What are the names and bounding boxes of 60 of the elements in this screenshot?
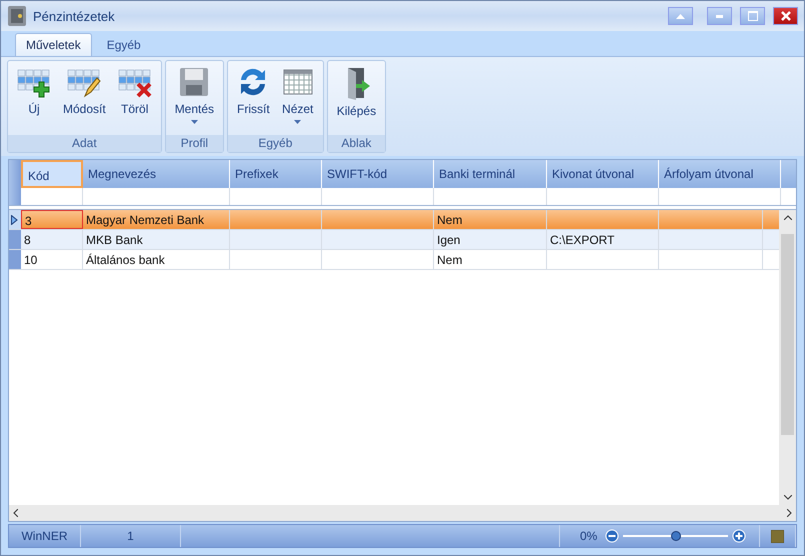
table-row[interactable]: 3 Magyar Nemzeti Bank Nem xyxy=(9,210,779,230)
table-row[interactable]: 8 MKB Bank Igen C:\EXPORT xyxy=(9,230,779,250)
scroll-left-icon[interactable] xyxy=(13,509,18,517)
zoom-in-icon[interactable] xyxy=(732,529,746,543)
minimize-button[interactable] xyxy=(707,7,732,25)
ribbon-button[interactable]: Töröl xyxy=(112,64,157,135)
header-corner xyxy=(9,160,21,188)
scroll-right-icon[interactable] xyxy=(787,509,792,517)
ribbon-button[interactable]: Módosít xyxy=(58,64,111,135)
ribbon-button[interactable]: Kilépés xyxy=(332,64,382,135)
horizontal-scrollbar[interactable] xyxy=(9,505,796,521)
ribbon-tab[interactable]: Műveletek xyxy=(15,33,92,56)
group-label: Ablak xyxy=(328,135,386,152)
ribbon-button[interactable]: Nézet xyxy=(276,64,319,135)
column-header[interactable]: Kivonat útvonal xyxy=(547,160,659,188)
ribbon-button[interactable]: Frissít xyxy=(232,64,275,135)
column-header[interactable]: Árfolyam útvonal xyxy=(659,160,781,188)
scroll-up-icon[interactable] xyxy=(784,215,792,220)
group-label: Egyéb xyxy=(228,135,323,152)
table-cell: Igen xyxy=(434,230,547,249)
safe-icon xyxy=(7,5,27,27)
window-title: Pénzintézetek xyxy=(33,8,115,24)
table-row[interactable]: 10 Általános bank Nem xyxy=(9,250,779,270)
table-cell: Általános bank xyxy=(83,250,230,269)
vertical-scrollbar[interactable] xyxy=(779,210,796,505)
status-count: 1 xyxy=(81,525,181,547)
ribbon-tab[interactable]: Egyéb xyxy=(96,33,152,56)
table-cell: Magyar Nemzeti Bank xyxy=(83,210,230,229)
status-app-name: WinNER xyxy=(9,525,81,547)
row-selector[interactable] xyxy=(9,210,21,229)
group-label: Profil xyxy=(166,135,224,152)
column-header[interactable]: Prefixek xyxy=(230,160,322,188)
scrollbar-thumb[interactable] xyxy=(781,234,794,435)
triangle-up-icon xyxy=(676,14,685,18)
close-icon xyxy=(780,11,790,21)
table-cell: 3 xyxy=(21,210,83,229)
zoom-out-icon[interactable] xyxy=(605,529,620,543)
zoom-percent: 0% xyxy=(580,529,598,543)
table-cell: Nem xyxy=(434,250,547,269)
close-button[interactable] xyxy=(773,7,798,25)
table-cell: 8 xyxy=(21,230,83,249)
column-header[interactable]: Kód xyxy=(21,160,83,188)
maximize-icon xyxy=(748,11,758,21)
column-header[interactable]: Megnevezés xyxy=(83,160,230,188)
current-row-icon xyxy=(11,214,18,224)
ribbon-button[interactable]: Új xyxy=(12,64,56,135)
collapse-ribbon-button[interactable] xyxy=(668,7,693,25)
scroll-down-icon[interactable] xyxy=(784,495,792,500)
column-header[interactable]: Banki terminál xyxy=(434,160,547,188)
table-cell: MKB Bank xyxy=(83,230,230,249)
ribbon-button[interactable]: Mentés xyxy=(170,64,220,135)
table-cell: Nem xyxy=(434,210,547,229)
filter-row-selector xyxy=(9,188,21,205)
table-cell: 10 xyxy=(21,250,83,269)
table-cell: C:\EXPORT xyxy=(547,230,659,249)
minimize-icon xyxy=(716,14,723,18)
maximize-button[interactable] xyxy=(740,7,765,25)
group-label: Adat xyxy=(8,135,161,152)
column-header[interactable]: SWIFT-kód xyxy=(322,160,434,188)
zoom-slider-thumb[interactable] xyxy=(670,531,681,541)
